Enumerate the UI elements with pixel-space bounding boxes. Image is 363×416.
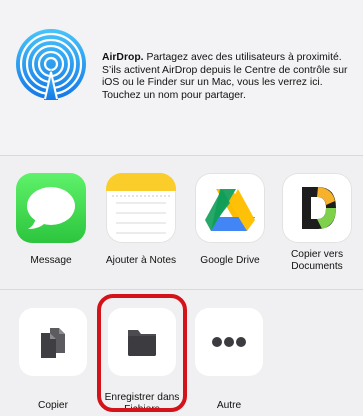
airdrop-description: AirDrop. Partagez avec des utilisateurs …: [102, 52, 354, 102]
share-sheet: AirDrop. Partagez avec des utilisateurs …: [0, 0, 363, 416]
more-icon: [195, 308, 263, 376]
app-message[interactable]: Message: [6, 173, 96, 267]
action-label: Copier: [37, 400, 68, 411]
action-copy[interactable]: Copier: [10, 308, 96, 412]
documents-icon: [282, 173, 352, 243]
google-drive-icon: [195, 173, 265, 243]
app-copy-to-documents[interactable]: Copier vers Documents: [272, 173, 362, 273]
app-google-drive[interactable]: Google Drive: [185, 173, 275, 267]
app-label: Message: [30, 255, 72, 266]
airdrop-title: AirDrop.: [102, 52, 144, 63]
highlight-outline: [97, 294, 187, 412]
notes-icon: [106, 173, 176, 243]
copy-icon: [19, 308, 87, 376]
app-add-to-notes[interactable]: Ajouter à Notes: [96, 173, 186, 267]
action-label: Autre: [216, 400, 242, 411]
messages-icon: [16, 173, 86, 243]
apps-row: Message Ajouter à Notes Google Drive Cop…: [0, 156, 363, 290]
app-label: Google Drive: [200, 255, 260, 266]
action-more[interactable]: Autre: [186, 308, 272, 412]
airdrop-icon: [16, 29, 86, 100]
airdrop-section: AirDrop. Partagez avec des utilisateurs …: [0, 0, 363, 156]
app-label: Copier vers Documents: [290, 249, 344, 272]
app-label: Ajouter à Notes: [105, 255, 177, 266]
